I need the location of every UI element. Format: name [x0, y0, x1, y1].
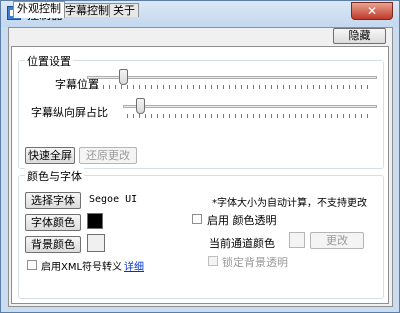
font-color-button[interactable]: 字体颜色 [25, 214, 81, 231]
enable-transparency-checkbox[interactable] [192, 214, 202, 224]
subtitle-ratio-slider-thumb[interactable] [135, 98, 145, 114]
font-size-note: *字体大小为自动计算，不支持更改 [212, 198, 367, 209]
controller-window: 控制器 ✕ 外观控制 字幕控制 关于 隐藏 位置设置 字幕位置 字幕纵向屏占比 … [0, 0, 400, 313]
font-color-swatch[interactable] [87, 213, 103, 229]
group-title: 位置设置 [25, 53, 73, 69]
bg-color-button[interactable]: 背景颜色 [25, 236, 81, 253]
subtitle-ratio-slider-track[interactable] [123, 105, 377, 108]
details-link[interactable]: 详细 [124, 258, 144, 273]
appearance-tab-content: 位置设置 字幕位置 字幕纵向屏占比 快速全屏 还原更改 颜色与字体 选择字体 S… [11, 46, 389, 304]
xml-escape-label: 启用XML符号转义 [41, 262, 123, 273]
hide-button[interactable]: 隐藏 [333, 28, 386, 44]
xml-escape-checkbox[interactable] [27, 260, 37, 270]
channel-color-swatch [289, 232, 305, 248]
lock-background-checkbox[interactable] [208, 256, 218, 266]
restore-changes-button[interactable]: 还原更改 [79, 147, 137, 164]
quick-fullscreen-button[interactable]: 快速全屏 [25, 147, 75, 164]
lock-background-label: 锁定背景透明 [222, 256, 288, 269]
tab-label: 外观控制 [17, 2, 61, 15]
close-icon: ✕ [366, 4, 378, 18]
current-channel-color-label: 当前通道颜色 [209, 237, 275, 250]
subtitle-ratio-label: 字幕纵向屏占比 [31, 106, 108, 119]
bg-color-swatch[interactable] [87, 234, 105, 252]
font-name: Segoe UI [89, 194, 138, 205]
tab-label: 字幕控制 [65, 4, 109, 17]
tab-appearance[interactable]: 外观控制 [13, 1, 65, 18]
subtitle-position-slider-track[interactable] [87, 76, 377, 79]
slider-ticks [127, 114, 373, 118]
change-color-button[interactable]: 更改 [310, 232, 364, 249]
slider-ticks [91, 85, 373, 89]
tab-subtitle[interactable]: 字幕控制 [61, 3, 113, 17]
position-settings-group: 位置设置 字幕位置 字幕纵向屏占比 快速全屏 还原更改 [18, 53, 384, 169]
group-title: 颜色与字体 [25, 168, 84, 184]
close-button[interactable]: ✕ [351, 2, 393, 20]
select-font-button[interactable]: 选择字体 [25, 192, 81, 209]
tab-label: 关于 [113, 4, 135, 17]
subtitle-position-slider-thumb[interactable] [118, 69, 128, 85]
tab-about[interactable]: 关于 [109, 3, 139, 17]
enable-transparency-label: 启用 颜色透明 [207, 214, 277, 227]
color-font-group: 颜色与字体 选择字体 Segoe UI *字体大小为自动计算，不支持更改 字体颜… [18, 168, 384, 299]
